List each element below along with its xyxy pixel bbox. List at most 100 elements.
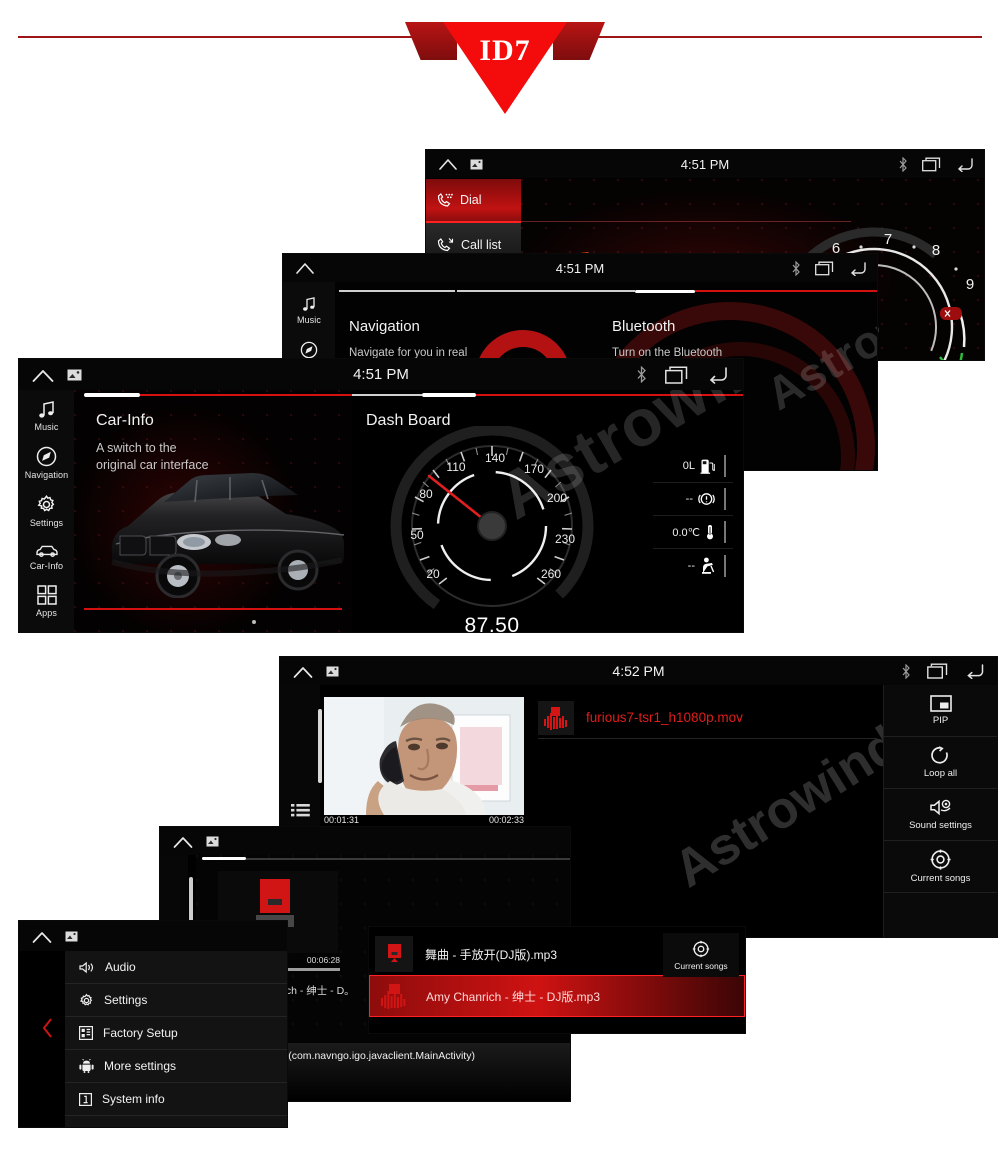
bluetooth-icon[interactable]	[791, 260, 801, 276]
sidebar-item-label: Car-Info	[29, 561, 64, 571]
recent-apps-icon[interactable]	[922, 157, 942, 172]
info-icon	[79, 1092, 92, 1106]
dial-pad-phone-icon	[437, 192, 453, 208]
back-icon[interactable]	[956, 157, 974, 172]
audio-wave-icon	[538, 700, 574, 735]
factory-icon	[79, 1026, 93, 1040]
grid-apps-icon	[36, 585, 57, 605]
back-icon[interactable]	[965, 663, 985, 679]
id7-logo-text: ID7	[479, 34, 531, 67]
settings-item-more-settings[interactable]: More settings	[65, 1050, 287, 1083]
home-icon[interactable]	[31, 367, 55, 383]
phone-menu-label: Call list	[461, 237, 502, 252]
gallery-icon[interactable]	[206, 836, 219, 847]
bluetooth-icon[interactable]	[636, 366, 647, 383]
video-thumbnail[interactable]	[324, 697, 524, 815]
phone-menu-item-dial[interactable]: Dial	[426, 179, 521, 223]
clock: 4:51 PM	[353, 366, 409, 383]
fuel-pump-icon	[700, 458, 715, 474]
sidebar-item-apps[interactable]: Apps	[19, 585, 74, 618]
settings-item-audio[interactable]: Audio	[65, 951, 287, 984]
music-note-icon	[301, 296, 317, 312]
settings-item-system-info[interactable]: System info	[65, 1083, 287, 1116]
playlist-item-active[interactable]: Amy Chanrich - 绅士 - DJ版.mp3	[369, 975, 745, 1017]
video-side-item-loop-all[interactable]: Loop all	[884, 737, 997, 789]
compass-icon	[36, 446, 57, 467]
sidebar-item-music[interactable]: Music	[283, 296, 335, 325]
recent-apps-icon[interactable]	[927, 663, 949, 679]
target-disc-icon	[692, 940, 710, 958]
call-history-icon	[437, 237, 454, 252]
playlist-overlay: 舞曲 - 手放开(DJ版).mp3 Amy Chanrich - 绅士 - DJ…	[368, 926, 746, 1034]
sidebar-item-navigation[interactable]: Navigation	[19, 446, 74, 480]
clock: 4:52 PM	[612, 663, 665, 679]
status-bar: 4:51 PM	[19, 359, 743, 390]
back-icon[interactable]	[849, 261, 867, 276]
stat-fuel: 0L	[653, 450, 733, 483]
sidebar-item-label: Apps	[36, 608, 57, 618]
svg-text:230: 230	[555, 532, 575, 546]
gallery-icon[interactable]	[65, 931, 78, 942]
sidebar-item-label: Music	[34, 422, 59, 432]
sidebar-item-label: Music	[296, 315, 321, 325]
svg-text:200: 200	[547, 491, 567, 505]
video-side-item-sound-settings[interactable]: Sound settings	[884, 789, 997, 841]
gallery-icon[interactable]	[470, 159, 483, 170]
sidebar-item-music[interactable]: Music	[19, 400, 74, 432]
recent-apps-icon[interactable]	[665, 365, 689, 384]
thermometer-icon	[705, 524, 715, 540]
settings-menu-list: Audio Settings Factory Setup More settin…	[65, 951, 287, 1127]
settings-item-label: System info	[102, 1092, 165, 1106]
settings-item-factory-setup[interactable]: Factory Setup	[65, 1017, 287, 1050]
gallery-icon[interactable]	[326, 666, 339, 677]
bluetooth-icon[interactable]	[901, 663, 911, 679]
dash-board-card[interactable]: Dash Board 20 50 80 110 140 170 200 230 …	[352, 390, 743, 632]
svg-text:80: 80	[419, 487, 433, 501]
sidebar-item-car-info[interactable]: Car-Info	[19, 542, 74, 571]
home-icon[interactable]	[31, 929, 53, 944]
recent-apps-icon[interactable]	[815, 261, 835, 276]
audio-file-icon	[375, 936, 413, 972]
stat-value: --	[685, 493, 693, 505]
speaker-gear-icon	[929, 798, 953, 817]
status-bar: 4:51 PM	[283, 254, 877, 282]
settings-item-label: Factory Setup	[103, 1026, 178, 1040]
home-icon[interactable]	[438, 157, 458, 171]
svg-text:260: 260	[541, 567, 561, 581]
svg-text:110: 110	[446, 460, 465, 474]
sidebar-item-label: Settings	[29, 518, 64, 528]
gallery-icon[interactable]	[67, 369, 82, 381]
drawer-handle[interactable]	[318, 709, 322, 783]
current-songs-button[interactable]: Current songs	[663, 933, 739, 977]
back-chevron-icon[interactable]	[41, 1017, 54, 1044]
bluetooth-icon[interactable]	[898, 156, 908, 172]
target-disc-icon	[930, 849, 951, 870]
id7-badge: ID7	[405, 22, 605, 114]
current-songs-label: Current songs	[674, 960, 728, 971]
video-side-item-pip[interactable]: PIP	[884, 685, 997, 737]
home-icon[interactable]	[292, 664, 314, 679]
playlist-item-name: 舞曲 - 手放开(DJ版).mp3	[425, 947, 558, 962]
settings-item-label: Audio	[105, 960, 136, 974]
home-icon[interactable]	[172, 834, 194, 849]
settings-item-settings[interactable]: Settings	[65, 984, 287, 1017]
bt-card-title: Bluetooth	[612, 318, 676, 335]
video-file-title: furious7-tsr1_h1080p.mov	[586, 710, 743, 725]
loop-icon	[930, 746, 952, 765]
video-side-item-current-songs[interactable]: Current songs	[884, 841, 997, 893]
speaker-icon	[79, 961, 95, 974]
sidebar-item-label: Navigation	[24, 470, 69, 480]
pager-dot[interactable]	[252, 620, 256, 624]
list-icon	[290, 803, 310, 819]
screen-car-info: 4:51 PM Music Navigation Settings Car-In…	[18, 358, 744, 633]
gear-icon	[36, 494, 57, 515]
stat-value: 0.0℃	[672, 526, 700, 539]
video-title-row[interactable]: furious7-tsr1_h1080p.mov	[538, 697, 877, 739]
back-icon[interactable]	[707, 366, 729, 384]
home-icon[interactable]	[295, 261, 315, 275]
car-info-card[interactable]: Car-Info A switch to the original car in…	[74, 390, 352, 632]
stat-brake: --	[653, 483, 733, 516]
status-bar: 4:51 PM	[426, 150, 984, 178]
side-item-label: PIP	[932, 715, 949, 726]
sidebar-item-settings[interactable]: Settings	[19, 494, 74, 528]
